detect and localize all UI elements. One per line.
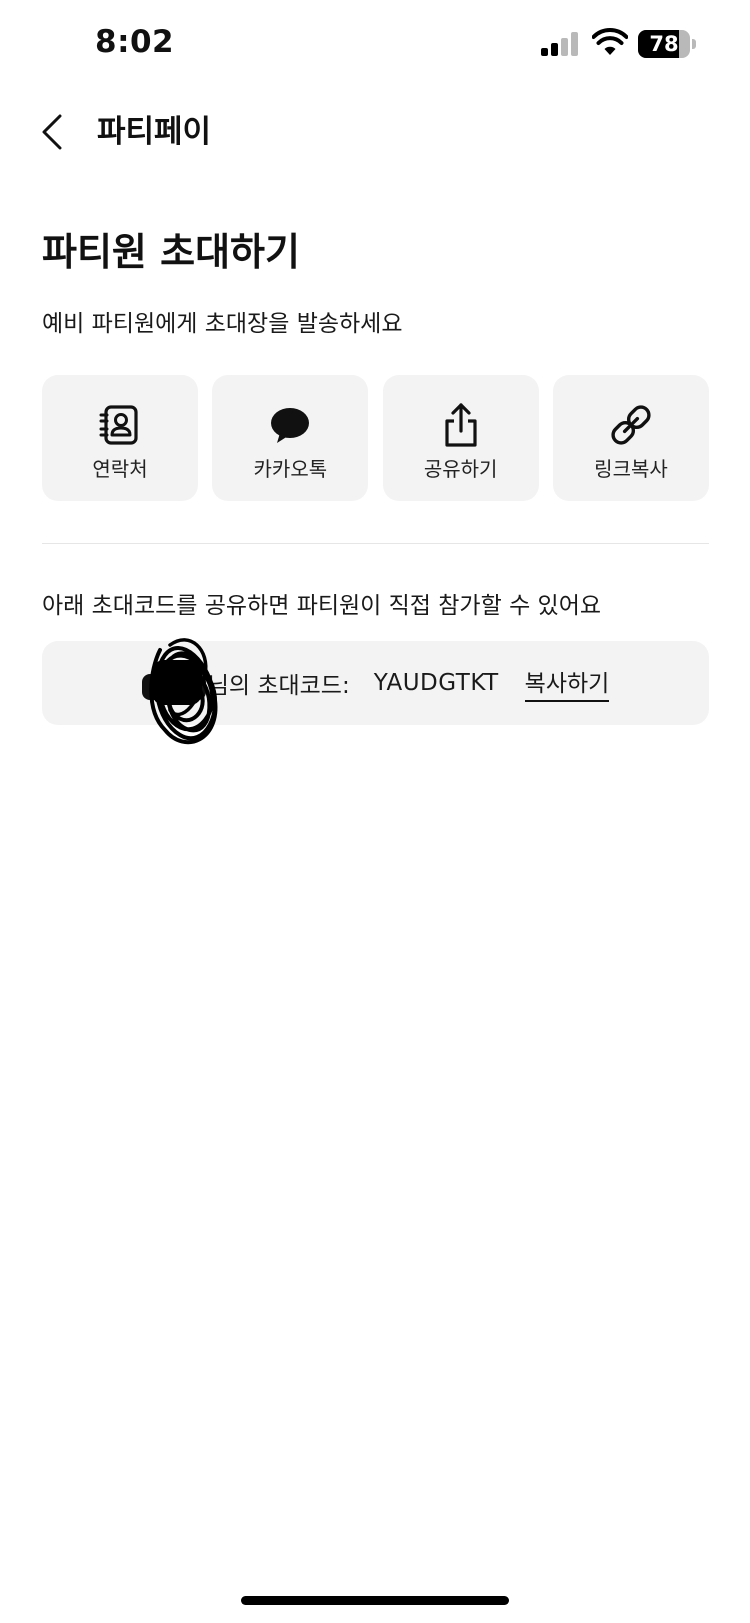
share-contacts-label: 연락처	[92, 457, 148, 481]
share-options: 연락처 카카오톡 공유하기 링크복사	[42, 375, 709, 501]
invite-code-value: YAUDGTKT	[373, 670, 499, 696]
contacts-icon	[99, 405, 138, 445]
share-system-label: 공유하기	[423, 457, 498, 481]
share-kakaotalk-label: 카카오톡	[253, 457, 328, 481]
page-title: 파티원 초대하기	[42, 230, 300, 274]
link-icon	[611, 405, 651, 445]
status-bar: 8:02 78	[0, 0, 750, 90]
wifi-icon	[592, 28, 628, 55]
battery-level: 78	[649, 32, 679, 56]
share-system-button[interactable]: 공유하기	[382, 375, 539, 501]
page-subtitle: 예비 파티원에게 초대장을 발송하세요	[42, 311, 403, 337]
chevron-left-icon	[42, 114, 62, 150]
cellular-signal-icon	[541, 32, 578, 56]
header-title: 파티페이	[97, 114, 212, 150]
copy-link-label: 링크복사	[594, 457, 668, 481]
redaction-scribble	[149, 638, 218, 745]
status-time: 8:02	[95, 24, 175, 60]
battery-cap	[692, 39, 696, 49]
speech-bubble-icon	[271, 408, 310, 443]
section-divider	[42, 543, 709, 544]
home-indicator	[241, 1596, 509, 1605]
share-icon	[445, 403, 477, 447]
battery-icon: 78	[638, 30, 696, 58]
share-contacts-button[interactable]: 연락처	[42, 375, 198, 501]
copy-code-button[interactable]: 복사하기	[524, 664, 610, 702]
invite-code-description: 아래 초대코드를 공유하면 파티원이 직접 참가할 수 있어요	[42, 593, 602, 619]
share-kakaotalk-button[interactable]: 카카오톡	[212, 375, 369, 501]
copy-link-button[interactable]: 링크복사	[552, 375, 709, 501]
back-button[interactable]	[36, 110, 76, 154]
battery-body: 78	[638, 30, 690, 58]
